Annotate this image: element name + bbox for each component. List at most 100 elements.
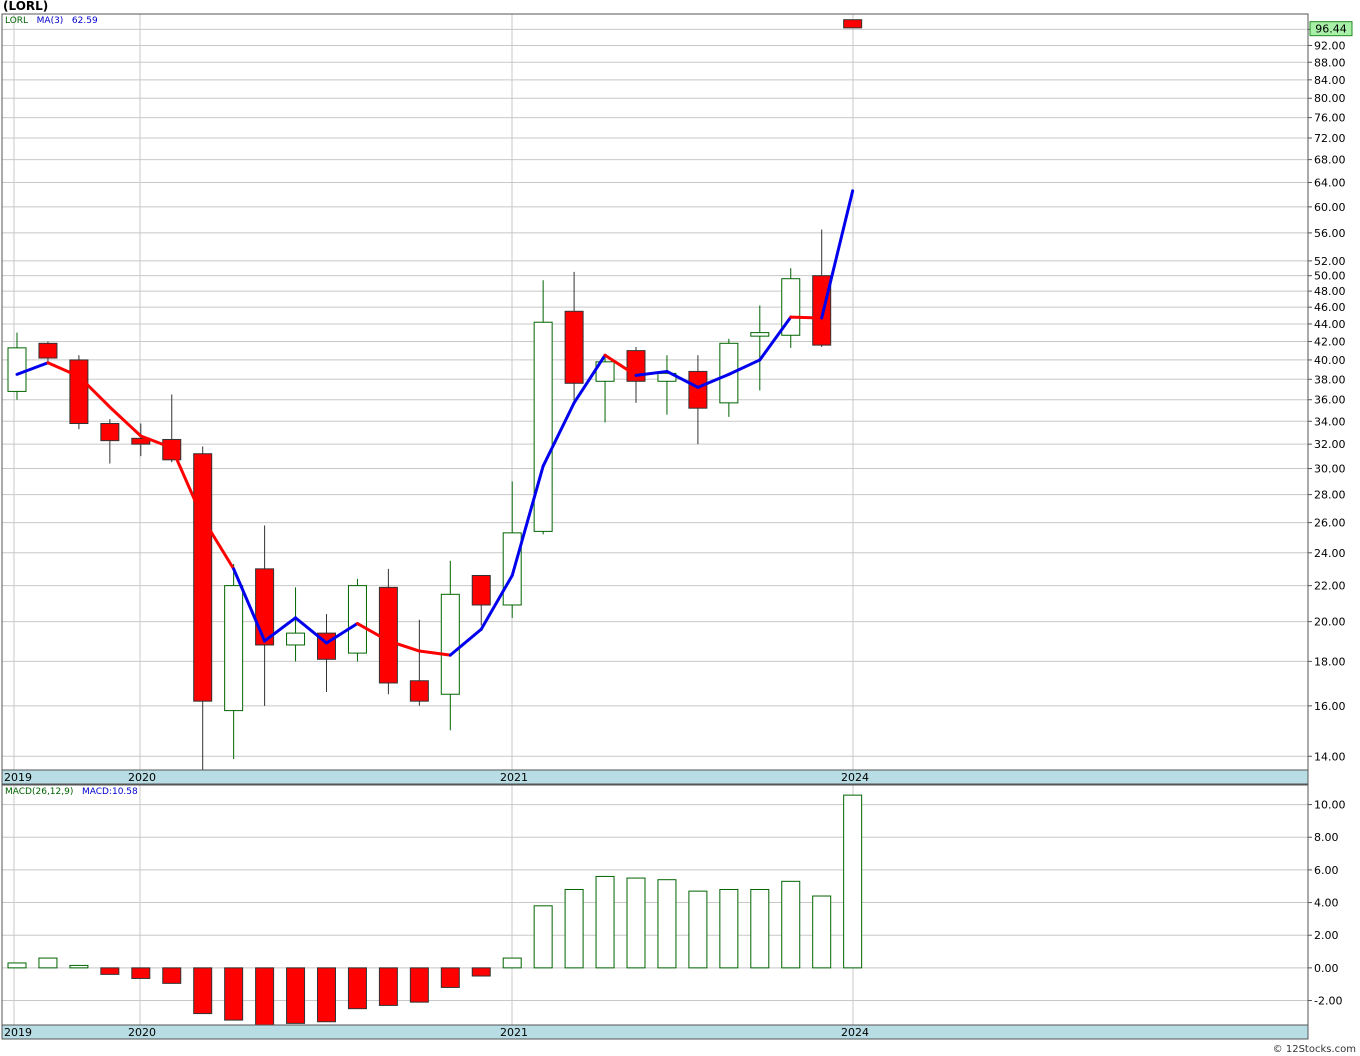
price-tick-label: 14.00	[1314, 750, 1346, 763]
macd-bar-positive	[7, 962, 27, 969]
macd-bar-negative	[471, 967, 491, 977]
price-tick-label: 50.00	[1314, 270, 1346, 283]
macd-bar-positive	[69, 964, 89, 969]
price-tick-label: 80.00	[1314, 92, 1346, 105]
price-legend: LORL MA(3) 62.59	[5, 16, 98, 26]
price-tick-label: 92.00	[1314, 39, 1346, 52]
macd-bar-negative	[347, 967, 367, 1010]
candle-down	[471, 574, 491, 606]
last-price-label: 96.44	[1315, 23, 1347, 36]
chart-title: (LORL)	[3, 0, 49, 13]
ma-label: MA(3)	[36, 16, 64, 26]
price-tick-label: 32.00	[1314, 438, 1346, 451]
macd-bar-negative	[224, 967, 244, 1021]
price-tick-label: 44.00	[1314, 318, 1346, 331]
price-tick-label: 20.00	[1314, 616, 1346, 629]
price-tick-label: 42.00	[1314, 336, 1346, 349]
candle-down	[688, 370, 708, 409]
macd-x-label: 2021	[500, 1026, 528, 1039]
macd-bar-negative	[131, 967, 151, 979]
macd-x-label: 2024	[841, 1026, 869, 1039]
macd-bar-negative	[409, 967, 429, 1003]
watermark: © 12Stocks.com	[1272, 1044, 1356, 1055]
macd-label: MACD(26,12,9)	[5, 787, 74, 797]
candle-up	[286, 632, 306, 646]
price-x-label: 2021	[500, 771, 528, 784]
macd-bar-negative	[193, 967, 213, 1015]
x-axis-band	[1, 769, 1309, 785]
price-tick-label: 18.00	[1314, 655, 1346, 668]
macd-bar-positive	[812, 895, 832, 969]
candle-down	[100, 423, 120, 442]
price-tick-label: 38.00	[1314, 373, 1346, 386]
macd-bar-positive	[595, 875, 615, 969]
ma-value: 62.59	[71, 16, 98, 26]
ma-segment	[789, 315, 824, 320]
macd-x-label: 2019	[4, 1026, 32, 1039]
price-tick-label: 40.00	[1314, 354, 1346, 367]
symbol-label: LORL	[5, 16, 29, 26]
candle-down	[409, 680, 429, 702]
candle-up	[440, 593, 460, 695]
price-tick-label: 30.00	[1314, 463, 1346, 476]
price-tick-label: 64.00	[1314, 176, 1346, 189]
macd-bar-negative	[317, 967, 336, 1023]
macd-tick-label: 10.00	[1314, 799, 1346, 812]
macd-x-label: 2020	[128, 1026, 156, 1039]
macd-bar-negative	[255, 967, 275, 1026]
candle-up	[750, 332, 770, 337]
macd-tick-label: 6.00	[1314, 864, 1339, 877]
price-x-axis: 2019 2020 2021 2024	[1, 769, 1309, 785]
last-price-badge: 96.44	[1309, 21, 1353, 37]
price-tick-label: 60.00	[1314, 201, 1346, 214]
macd-tick-label: 4.00	[1314, 897, 1339, 910]
macd-bar-positive	[564, 888, 584, 969]
candle-up	[7, 347, 27, 392]
macd-legend: MACD(26,12,9) MACD:10.58	[5, 787, 138, 797]
price-tick-label: 84.00	[1314, 74, 1346, 87]
candle-down	[38, 342, 58, 359]
macd-bar-positive	[502, 957, 522, 969]
price-tick-label: 34.00	[1314, 415, 1346, 428]
price-tick-label: 24.00	[1314, 547, 1346, 560]
macd-bar-negative	[286, 967, 306, 1024]
macd-bar-positive	[781, 880, 801, 969]
macd-tick-label: -2.00	[1314, 995, 1342, 1008]
macd-bar-positive	[843, 794, 863, 969]
macd-bar-negative	[100, 967, 120, 975]
price-tick-label: 48.00	[1314, 285, 1346, 298]
price-x-label: 2019	[4, 771, 32, 784]
price-tick-label: 22.00	[1314, 580, 1346, 593]
price-x-label: 2020	[128, 771, 156, 784]
macd-bar-positive	[688, 890, 708, 969]
macd-tick-label: 0.00	[1314, 962, 1339, 975]
price-x-label: 2024	[841, 771, 869, 784]
price-tick-label: 52.00	[1314, 255, 1346, 268]
macd-value: MACD:10.58	[81, 787, 138, 797]
macd-tick-label: 8.00	[1314, 831, 1339, 844]
macd-bar-positive	[657, 879, 677, 969]
price-tick-label: 56.00	[1314, 227, 1346, 240]
candle-down	[378, 586, 398, 684]
candle-down	[69, 359, 89, 425]
candle-down	[193, 453, 213, 702]
price-tick-label: 46.00	[1314, 301, 1346, 314]
macd-bar-negative	[378, 967, 398, 1006]
x-axis-band	[1, 1024, 1309, 1040]
price-tick-label: 26.00	[1314, 517, 1346, 530]
macd-tick-label: 2.00	[1314, 929, 1339, 942]
price-tick-label: 36.00	[1314, 394, 1346, 407]
macd-bar-positive	[626, 877, 646, 969]
price-tick-label: 16.00	[1314, 700, 1346, 713]
candle-down	[255, 568, 275, 646]
macd-bar-positive	[750, 888, 770, 969]
price-tick-label: 72.00	[1314, 132, 1346, 145]
price-tick-label: 76.00	[1314, 112, 1346, 125]
candle-down	[564, 310, 584, 384]
candle-down	[843, 19, 863, 29]
macd-bar-negative	[440, 967, 460, 988]
macd-bar-negative	[162, 967, 182, 984]
candle-up	[502, 532, 522, 606]
macd-x-axis: 2019 2020 2021 2024	[1, 1024, 1309, 1040]
candle-up	[533, 321, 553, 532]
